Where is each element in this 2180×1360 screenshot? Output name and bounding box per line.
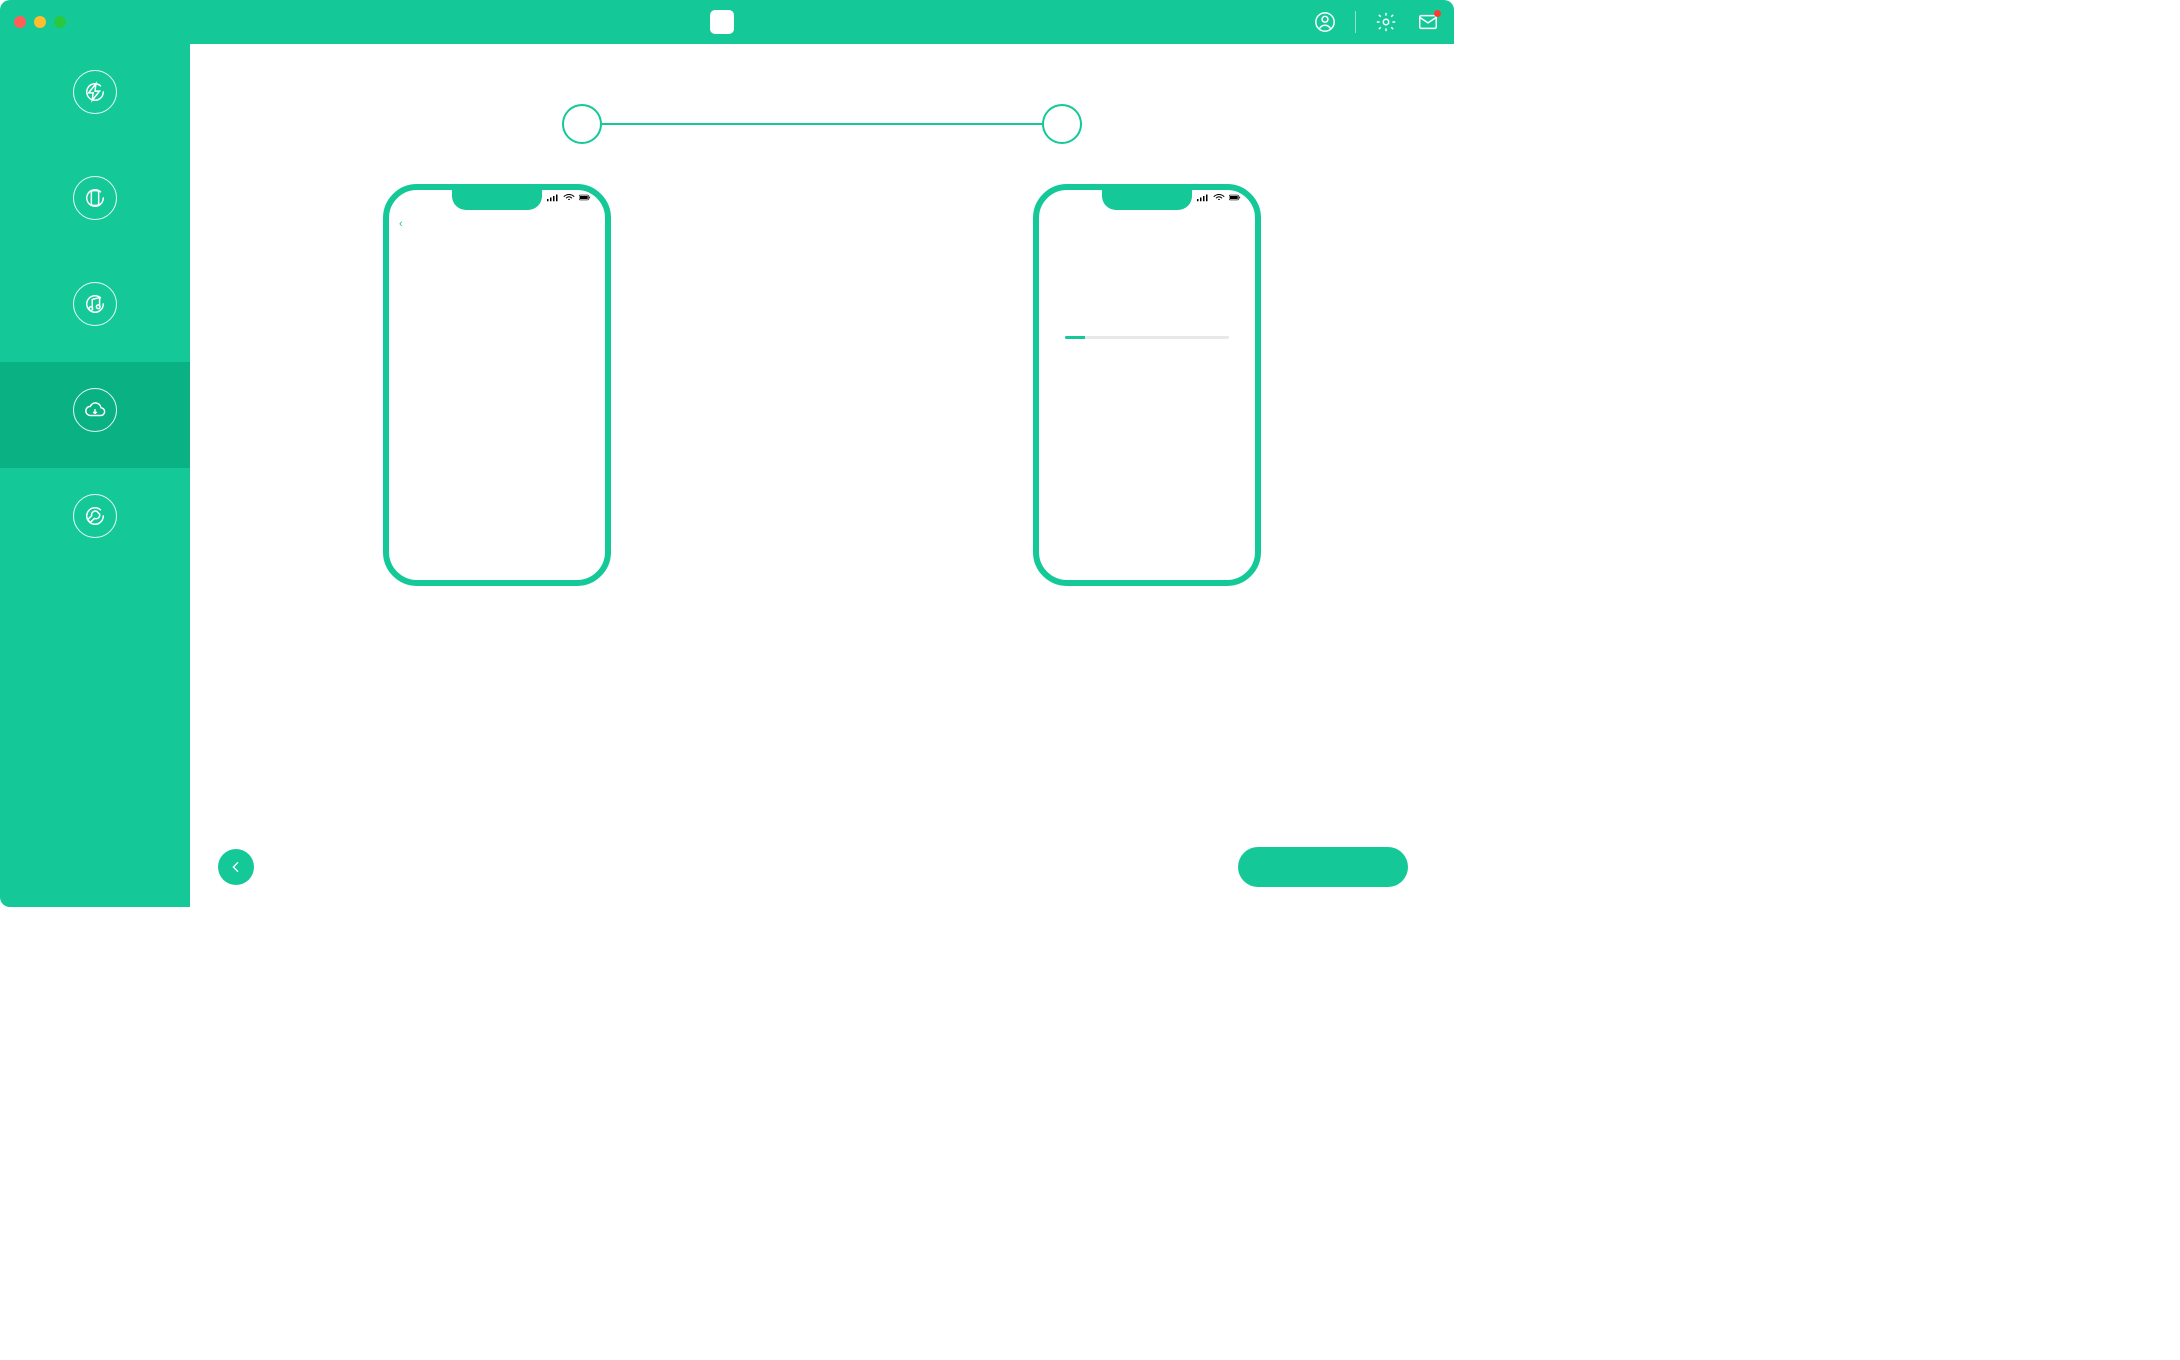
sidebar-item-smart-recovery[interactable] (0, 44, 190, 150)
stepper (190, 104, 1454, 144)
music-refresh-icon (73, 282, 117, 326)
step-3-circle (562, 104, 602, 144)
phone-notch (452, 190, 542, 210)
phone-mockup-step4 (1033, 184, 1261, 586)
screen1-back-link: ‹ (399, 218, 403, 230)
panel-step-3: ‹ (307, 184, 687, 622)
wifi-icon (1213, 193, 1225, 202)
signal-icon (1197, 193, 1209, 202)
phone-refresh-icon (73, 176, 117, 220)
sidebar-item-itunes[interactable] (0, 256, 190, 362)
step-4-circle (1042, 104, 1082, 144)
maximize-window-button[interactable] (54, 16, 66, 28)
close-window-button[interactable] (14, 16, 26, 28)
next-button[interactable] (1238, 847, 1408, 887)
settings-icon[interactable] (1374, 10, 1398, 34)
sidebar-item-repair-ios[interactable] (0, 468, 190, 574)
signal-icon (547, 193, 559, 202)
window-controls (0, 16, 66, 28)
minimize-window-button[interactable] (34, 16, 46, 28)
wifi-icon (563, 193, 575, 202)
phone-notch (1102, 190, 1192, 210)
phone-mockup-step3: ‹ (383, 184, 611, 586)
back-button[interactable] (218, 849, 254, 885)
app-logo-icon (710, 10, 734, 34)
sidebar-item-icloud[interactable] (0, 362, 190, 468)
main-content: ‹ (190, 44, 1454, 907)
mail-badge (1434, 10, 1441, 17)
lightning-refresh-icon (73, 70, 117, 114)
step-line (602, 123, 1042, 125)
mail-icon[interactable] (1416, 10, 1440, 34)
battery-icon (579, 193, 591, 202)
phone-indicators (1197, 193, 1241, 202)
sidebar (0, 44, 190, 907)
sidebar-item-ios-device[interactable] (0, 150, 190, 256)
app-title-group (710, 10, 744, 34)
restore-progress (1065, 336, 1229, 339)
account-icon[interactable] (1313, 10, 1337, 34)
wrench-refresh-icon (73, 494, 117, 538)
titlebar (0, 0, 1454, 44)
phone-indicators (547, 193, 591, 202)
panel-step-4 (957, 184, 1337, 622)
titlebar-divider (1355, 11, 1356, 33)
cloud-download-icon (73, 388, 117, 432)
battery-icon (1229, 193, 1241, 202)
